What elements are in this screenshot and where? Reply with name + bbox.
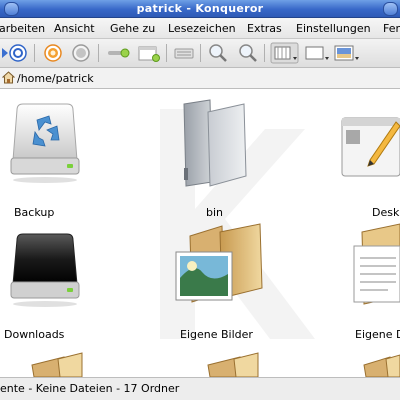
stop-orange-icon[interactable]	[42, 42, 64, 64]
toolbar-separator	[166, 44, 167, 62]
reload-icon[interactable]	[8, 42, 28, 64]
file-label-desktop[interactable]: Desk	[372, 206, 399, 219]
folder-gray-icon[interactable]	[180, 98, 250, 188]
hard-drive-recycle-icon[interactable]	[5, 102, 85, 187]
menu-ansicht[interactable]: Ansicht	[54, 22, 95, 35]
file-label-eigene-bilder[interactable]: Eigene Bilder	[180, 328, 253, 341]
icon-view-icon[interactable]	[270, 42, 300, 64]
menu-fenster[interactable]: Fen	[383, 22, 400, 35]
folder-icon[interactable]	[28, 351, 84, 377]
menu-bearbeiten[interactable]: arbeiten	[0, 22, 45, 35]
stop-gray-icon[interactable]	[70, 42, 92, 64]
connect-icon[interactable]	[106, 42, 132, 64]
new-window-icon[interactable]	[136, 42, 162, 64]
location-bar: /home/patrick	[0, 68, 400, 89]
menu-einstellungen[interactable]: Einstellungen	[296, 22, 371, 35]
file-label-eigene-dokumente[interactable]: Eigene D	[355, 328, 400, 341]
file-label-backup[interactable]: Backup	[14, 206, 54, 219]
desktop-folder-icon[interactable]	[340, 116, 400, 188]
main-toolbar	[0, 39, 400, 68]
menu-extras[interactable]: Extras	[247, 22, 282, 35]
disk-icon[interactable]	[172, 42, 196, 64]
folder-pictures-icon[interactable]	[172, 222, 264, 312]
location-path[interactable]: /home/patrick	[17, 72, 94, 85]
toolbar-separator	[34, 44, 35, 62]
file-label-bin[interactable]: bin	[206, 206, 223, 219]
status-text: ente - Keine Dateien - 17 Ordner	[0, 382, 180, 395]
toolbar-separator	[98, 44, 99, 62]
hard-drive-black-icon[interactable]	[5, 232, 85, 310]
zoom-in-icon[interactable]	[236, 42, 260, 64]
menu-lesezeichen[interactable]: Lesezeichen	[168, 22, 236, 35]
toolbar-separator	[200, 44, 201, 62]
menu-bar: arbeiten Ansicht Gehe zu Lesezeichen Ext…	[0, 18, 400, 39]
folder-icon[interactable]	[360, 351, 400, 377]
file-label-downloads[interactable]: Downloads	[4, 328, 64, 341]
home-icon	[2, 71, 15, 84]
title-bar: patrick - Konqueror	[0, 0, 400, 18]
status-bar: ente - Keine Dateien - 17 Ordner	[0, 377, 400, 400]
toolbar-separator	[264, 44, 265, 62]
folder-documents-icon[interactable]	[348, 222, 400, 312]
preview-icon[interactable]	[332, 42, 362, 64]
window-title: patrick - Konqueror	[136, 2, 264, 15]
folder-icon[interactable]	[204, 351, 260, 377]
zoom-out-icon[interactable]	[206, 42, 230, 64]
file-view: Backup bin Desk Downloads Eigene Bilder …	[0, 89, 400, 377]
view-mode-icon[interactable]	[302, 42, 332, 64]
menu-gehe-zu[interactable]: Gehe zu	[110, 22, 155, 35]
close-window-icon[interactable]	[383, 2, 398, 16]
